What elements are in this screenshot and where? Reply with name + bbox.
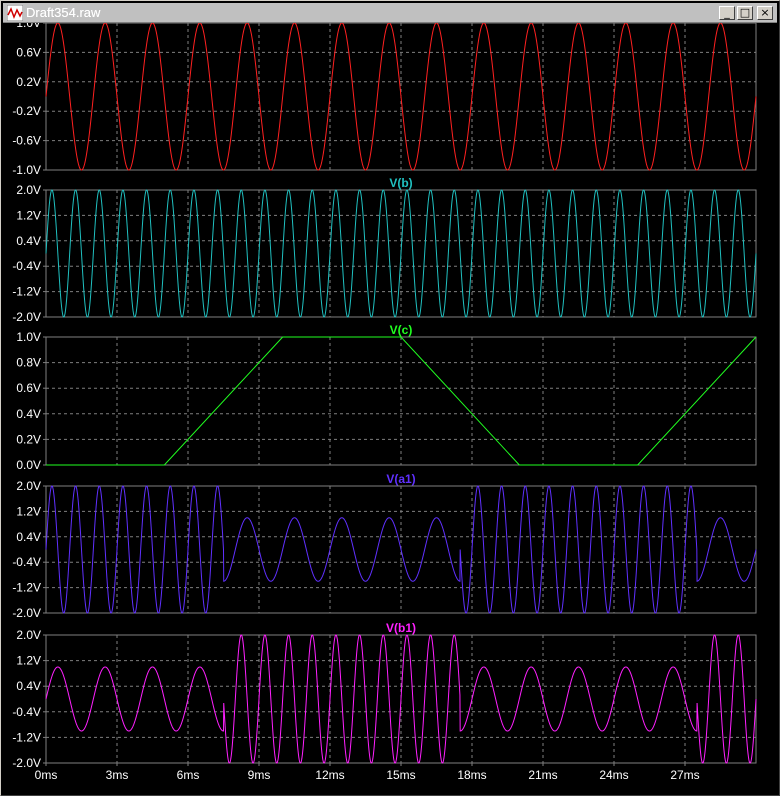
- panel-3: 1.0V 0.8V 0.6V 0.4V 0.2V 0.0V V(c): [16, 323, 757, 472]
- plot-area[interactable]: 1.0V0.6V0.2V-0.2V-0.6V-1.0VV(a)2.0V1.2V0…: [3, 23, 777, 795]
- plot-title: V(b1): [386, 621, 416, 635]
- maximize-button[interactable]: □: [737, 6, 753, 20]
- y-tick-label: 0.6V: [16, 381, 41, 395]
- y-tick-label: -0.4V: [12, 259, 41, 273]
- y-tick-label: 0.4V: [16, 234, 41, 248]
- y-tick-label: -1.0V: [12, 163, 41, 177]
- panel-2: 2.0V 1.2V 0.4V -0.4V -1.2V -2.0V V(b): [12, 176, 757, 324]
- x-tick-label: 21ms: [528, 768, 557, 782]
- x-tick-label: 18ms: [457, 768, 486, 782]
- waveform-app-icon: [7, 5, 23, 21]
- waveform-plots[interactable]: 1.0V0.6V0.2V-0.2V-0.6V-1.0VV(a)2.0V1.2V0…: [3, 23, 777, 795]
- y-tick-label: -1.2V: [12, 730, 41, 744]
- y-tick-label: 2.0V: [16, 479, 41, 493]
- plot-title: V(b): [389, 176, 412, 190]
- y-tick-label: 0.4V: [16, 530, 41, 544]
- plot-title: V(a1): [386, 472, 415, 486]
- y-tick-label: 0.4V: [16, 679, 41, 693]
- panel-4: 2.0V 1.2V 0.4V -0.4V -1.2V -2.0V V(a1): [12, 472, 757, 620]
- y-tick-label: 0.2V: [16, 432, 41, 446]
- y-tick-label: -2.0V: [12, 606, 41, 620]
- x-tick-label: 24ms: [599, 768, 628, 782]
- y-tick-label: 0.4V: [16, 407, 41, 421]
- y-tick-label: -0.4V: [12, 555, 41, 569]
- waveform-viewer-window: Draft354.raw _ □ × 1.0V 0.6V 0.2V -0.2V -0.6…: [0, 0, 780, 796]
- y-tick-label: 2.0V: [16, 628, 41, 642]
- plot-title: V(c): [390, 323, 413, 337]
- panel-1: 1.0V0.6V0.2V-0.2V-0.6V-1.0VV(a): [12, 23, 757, 177]
- y-tick-label: -2.0V: [12, 310, 41, 324]
- panel-5: 2.0V1.2V0.4V-0.4V-1.2V-2.0VV(b1): [12, 621, 757, 770]
- x-tick-label: 15ms: [386, 768, 415, 782]
- x-tick-label: 9ms: [248, 768, 271, 782]
- y-tick-label: 0.8V: [16, 356, 41, 370]
- y-tick-label: -1.2V: [12, 581, 41, 595]
- y-tick-label: 0.6V: [16, 45, 41, 59]
- y-tick-label: -1.2V: [12, 285, 41, 299]
- window-title: Draft354.raw: [26, 5, 101, 20]
- minimize-button[interactable]: _: [719, 6, 735, 20]
- y-tick-label: 1.2V: [16, 504, 41, 518]
- x-tick-label: 0ms: [35, 768, 58, 782]
- x-tick-label: 12ms: [315, 768, 344, 782]
- series-line-va: [45, 23, 757, 171]
- y-tick-label: 1.2V: [16, 208, 41, 222]
- x-tick-label: 27ms: [670, 768, 699, 782]
- y-tick-label: 0.2V: [16, 75, 41, 89]
- y-tick-label: 1.2V: [16, 654, 41, 668]
- y-tick-label: 0.0V: [16, 458, 41, 472]
- close-button[interactable]: ×: [757, 6, 773, 20]
- y-tick-label: -0.2V: [12, 104, 41, 118]
- y-tick-label: 1.0V: [16, 330, 41, 344]
- title-bar[interactable]: Draft354.raw _ □ ×: [3, 3, 777, 23]
- y-tick-label: -0.6V: [12, 134, 41, 148]
- y-tick-label: 1.0V: [16, 23, 41, 30]
- y-tick-label: -0.4V: [12, 705, 41, 719]
- y-tick-label: 2.0V: [16, 183, 41, 197]
- x-tick-label: 3ms: [106, 768, 129, 782]
- x-tick-label: 6ms: [177, 768, 200, 782]
